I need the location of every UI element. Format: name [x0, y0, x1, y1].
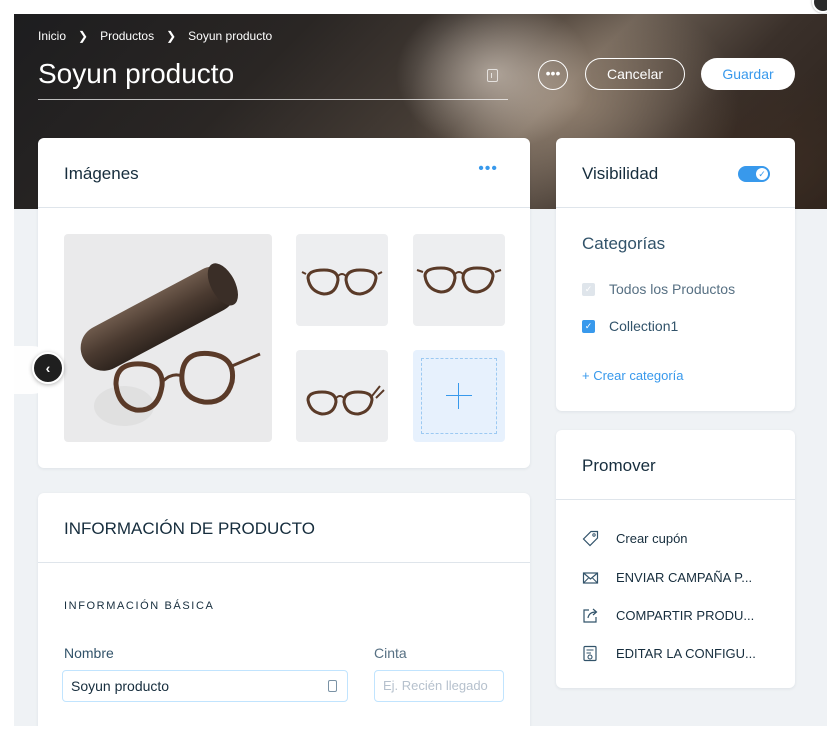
visibility-title: Visibilidad — [582, 164, 659, 183]
breadcrumb-current: Soyun producto — [188, 29, 273, 43]
send-campaign-link[interactable]: ENVIAR CAMPAÑA P... — [582, 569, 752, 586]
breadcrumb-home[interactable]: Inicio — [38, 29, 66, 43]
product-image-2[interactable] — [296, 234, 388, 326]
visibility-card: Visibilidad ✓ Categorías ✓ Todos los Pro… — [556, 138, 795, 411]
product-info-card: INFORMACIÓN DE PRODUCTO INFORMACIÓN BÁSI… — [38, 493, 530, 726]
plus-icon — [458, 383, 459, 409]
images-card: Imágenes ••• — [38, 138, 530, 468]
ribbon-label: Cinta — [374, 645, 407, 661]
glasses-case-image — [80, 263, 261, 426]
title-field[interactable]: Soyun producto — [38, 56, 508, 100]
share-icon — [583, 608, 598, 623]
ribbon-input-placeholder: Ej. Recién llegado — [383, 678, 488, 693]
glasses-front-image — [301, 268, 383, 296]
basic-info-heading: INFORMACIÓN BÁSICA — [64, 600, 215, 612]
promo-label: Crear cupón — [616, 531, 688, 546]
ribbon-input[interactable]: Ej. Recién llegado — [374, 670, 504, 702]
product-image-main[interactable] — [64, 234, 272, 442]
category-collection1[interactable]: ✓ Collection1 — [582, 318, 678, 334]
category-label: Todos los Productos — [609, 281, 736, 297]
name-input-value: Soyun producto — [71, 678, 170, 694]
name-label: Nombre — [64, 645, 114, 661]
name-input[interactable]: Soyun producto — [62, 670, 348, 702]
settings-icon — [583, 645, 597, 662]
promote-title: Promover — [582, 456, 656, 475]
category-label: Collection1 — [609, 318, 679, 334]
add-image-button[interactable] — [413, 350, 505, 442]
visibility-header: Visibilidad ✓ — [556, 138, 795, 208]
visibility-toggle[interactable]: ✓ — [738, 166, 770, 182]
product-info-header: INFORMACIÓN DE PRODUCTO — [38, 493, 530, 563]
close-icon[interactable] — [812, 0, 827, 13]
previous-image-button[interactable]: ‹ — [32, 352, 64, 384]
chevron-right-icon: ❯ — [166, 29, 177, 43]
promo-label: COMPARTIR PRODU... — [616, 608, 755, 623]
promo-label: EDITAR LA CONFIGU... — [616, 646, 756, 661]
cancel-button[interactable]: Cancelar — [585, 58, 685, 90]
images-title: Imágenes — [64, 164, 139, 183]
product-image-4[interactable] — [296, 350, 388, 442]
coupon-icon — [582, 530, 599, 547]
breadcrumb: Inicio ❯ Productos ❯ Soyun producto — [38, 29, 272, 43]
glasses-side-image — [306, 385, 385, 416]
promo-label: ENVIAR CAMPAÑA P... — [616, 570, 753, 585]
product-image-3[interactable] — [413, 234, 505, 326]
promote-header: Promover — [556, 430, 795, 500]
checkbox-icon: ✓ — [582, 319, 595, 333]
save-button[interactable]: Guardar — [701, 58, 795, 90]
edit-settings-link[interactable]: EDITAR LA CONFIGU... — [582, 645, 756, 662]
category-all-products[interactable]: ✓ Todos los Productos — [582, 281, 735, 297]
product-info-title: INFORMACIÓN DE PRODUCTO — [64, 519, 315, 538]
page-title[interactable]: Soyun producto — [38, 56, 508, 92]
breadcrumb-products[interactable]: Productos — [100, 29, 154, 43]
app-frame: Inicio ❯ Productos ❯ Soyun producto Soyu… — [14, 14, 827, 726]
create-coupon-link[interactable]: Crear cupón — [582, 530, 688, 547]
create-category-link[interactable]: + Crear categoría — [582, 368, 684, 383]
mail-icon — [582, 572, 599, 584]
check-icon: ✓ — [756, 168, 768, 180]
checkbox-icon: ✓ — [582, 282, 595, 296]
glasses-front-image — [416, 266, 502, 294]
chevron-right-icon: ❯ — [78, 29, 89, 43]
images-card-header: Imágenes ••• — [38, 138, 530, 208]
text-field-icon — [328, 680, 337, 692]
promote-card: Promover Crear cupón ENVIAR CAMPAÑA P... — [556, 430, 795, 688]
categories-title: Categorías — [582, 234, 666, 253]
share-product-link[interactable]: COMPARTIR PRODU... — [582, 607, 754, 624]
images-more-button[interactable]: ••• — [478, 160, 498, 178]
plus-icon — [446, 395, 472, 396]
more-actions-button[interactable]: ••• — [538, 60, 568, 90]
text-field-icon — [487, 69, 498, 82]
add-image-dropzone — [421, 358, 497, 434]
